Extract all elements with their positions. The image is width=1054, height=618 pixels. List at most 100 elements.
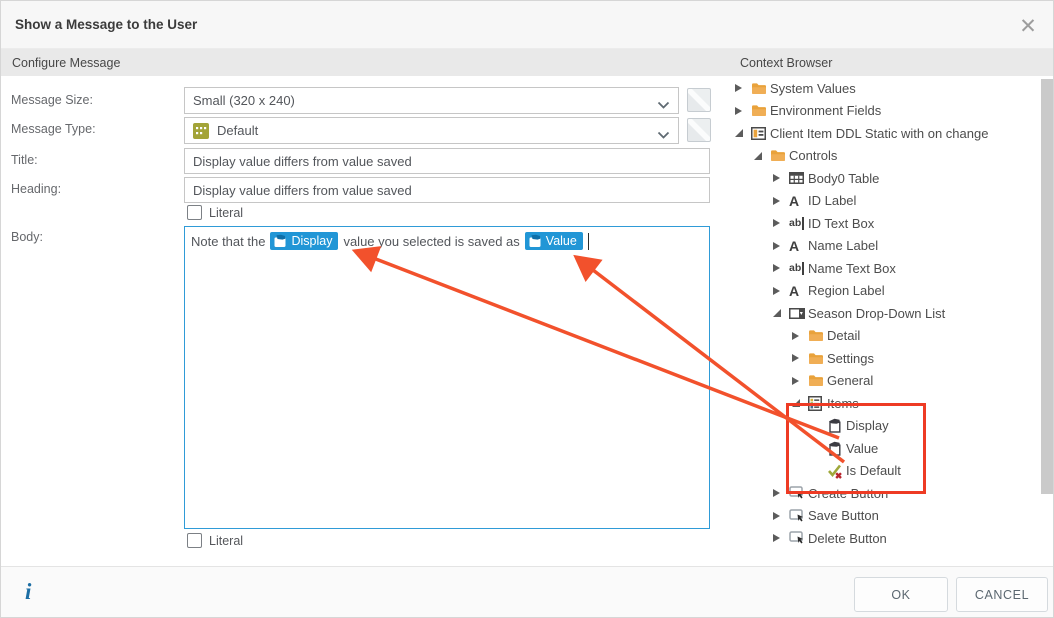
message-type-select[interactable]: Default <box>184 117 679 144</box>
dialog-title-bar: Show a Message to the User <box>1 1 1053 49</box>
tree-item-create-button[interactable]: Create Button <box>729 482 1041 505</box>
value-field-token[interactable]: Value <box>524 232 583 250</box>
tree-scrollbar-thumb[interactable] <box>1041 79 1053 494</box>
close-icon[interactable]: ✕ <box>1015 13 1041 39</box>
tree-item-label: Body0 Table <box>808 170 880 186</box>
tree-item-system-values[interactable]: System Values <box>729 77 1041 100</box>
body-text-before: Note that the <box>191 233 266 249</box>
configure-message-header: Configure Message <box>1 49 729 76</box>
folder-icon <box>751 104 770 117</box>
tree-item-client-item-ddl[interactable]: Client Item DDL Static with on change <box>729 122 1041 145</box>
dialog-footer: i OK CANCEL <box>1 566 1053 617</box>
message-dialog: Show a Message to the User ✕ Configure M… <box>0 0 1054 618</box>
body-editor[interactable]: Note that the Display value you selected… <box>184 226 710 529</box>
expander-collapsed-icon[interactable] <box>773 197 789 205</box>
tree-item-label: Save Button <box>808 508 879 524</box>
body-text-between: value you selected is saved as <box>343 233 520 249</box>
expander-collapsed-icon[interactable] <box>773 512 789 520</box>
dialog-title: Show a Message to the User <box>15 17 198 32</box>
dropdown-control-icon <box>789 307 808 319</box>
view-icon <box>751 126 770 140</box>
expander-expanded-icon[interactable] <box>735 129 751 137</box>
property-token-icon <box>529 234 541 247</box>
body-text-line: Note that the Display value you selected… <box>191 232 703 250</box>
textbox-icon: ab <box>789 216 808 230</box>
heading-literal-label: Literal <box>209 205 244 220</box>
chevron-down-icon <box>657 97 670 112</box>
display-token-label: Display <box>291 234 333 248</box>
message-size-select[interactable]: Small (320 x 240) <box>184 87 679 114</box>
heading-label: Heading: <box>11 182 62 196</box>
expander-collapsed-icon[interactable] <box>773 287 789 295</box>
tree-item-region-label[interactable]: A Region Label <box>729 280 1041 303</box>
tree-item-label: Display <box>846 418 889 434</box>
tree-item-label: Create Button <box>808 485 889 501</box>
tree-item-id-label[interactable]: A ID Label <box>729 190 1041 213</box>
expander-collapsed-icon[interactable] <box>773 534 789 542</box>
title-input[interactable] <box>184 148 710 174</box>
tree-item-name-label[interactable]: A Name Label <box>729 235 1041 258</box>
message-type-expression-button[interactable] <box>687 118 711 142</box>
label-icon: A <box>789 192 800 209</box>
tree-item-settings[interactable]: Settings <box>729 347 1041 370</box>
info-icon[interactable]: i <box>25 579 31 605</box>
tree-item-delete-button[interactable]: Delete Button <box>729 527 1041 550</box>
folder-icon <box>808 329 827 342</box>
tree-item-display-property[interactable]: Display <box>729 415 1041 438</box>
expander-collapsed-icon[interactable] <box>773 242 789 250</box>
property-icon <box>827 441 846 456</box>
body-literal-checkbox[interactable] <box>187 533 202 548</box>
tree-item-label: Name Text Box <box>808 260 896 276</box>
tree-item-items[interactable]: Items <box>729 392 1041 415</box>
button-control-icon <box>789 509 808 523</box>
message-type-value: Default <box>217 123 259 138</box>
expander-expanded-icon[interactable] <box>773 309 789 317</box>
tree-item-label: Detail <box>827 328 861 344</box>
tree-item-label: System Values <box>770 80 856 96</box>
tree-item-detail[interactable]: Detail <box>729 325 1041 348</box>
tree-item-label: Client Item DDL Static with on change <box>770 125 989 141</box>
body-literal-label: Literal <box>209 533 244 548</box>
tree-item-label: Name Label <box>808 238 879 254</box>
expander-collapsed-icon[interactable] <box>792 377 808 385</box>
tree-item-controls[interactable]: Controls <box>729 145 1041 168</box>
ok-button[interactable]: OK <box>854 577 948 612</box>
expander-collapsed-icon[interactable] <box>792 354 808 362</box>
display-field-token[interactable]: Display <box>270 232 339 250</box>
expander-expanded-icon[interactable] <box>792 399 808 407</box>
body-literal-row: Literal <box>187 533 243 548</box>
tree-item-label: Delete Button <box>808 530 887 546</box>
expander-collapsed-icon[interactable] <box>773 264 789 272</box>
chevron-down-icon <box>657 127 670 142</box>
tree-item-save-button[interactable]: Save Button <box>729 505 1041 528</box>
expander-collapsed-icon[interactable] <box>792 332 808 340</box>
tree-item-name-text-box[interactable]: ab Name Text Box <box>729 257 1041 280</box>
value-token-label: Value <box>545 234 577 248</box>
folder-icon <box>770 149 789 162</box>
expander-collapsed-icon[interactable] <box>773 174 789 182</box>
default-type-icon <box>193 122 209 139</box>
expander-collapsed-icon[interactable] <box>735 84 751 92</box>
tree-item-label: Controls <box>789 148 838 164</box>
tree-item-id-text-box[interactable]: ab ID Text Box <box>729 212 1041 235</box>
heading-input[interactable] <box>184 177 710 203</box>
message-size-label: Message Size: <box>11 93 93 107</box>
context-browser-tree: System Values Environment Fields Client … <box>729 77 1041 550</box>
expander-collapsed-icon[interactable] <box>735 107 751 115</box>
tree-item-season-drop-down-list[interactable]: Season Drop-Down List <box>729 302 1041 325</box>
tree-item-value-property[interactable]: Value <box>729 437 1041 460</box>
expander-expanded-icon[interactable] <box>754 152 770 160</box>
expander-collapsed-icon[interactable] <box>773 219 789 227</box>
tree-item-label: Is Default <box>846 463 901 479</box>
tree-item-is-default-property[interactable]: Is Default <box>729 460 1041 483</box>
expander-collapsed-icon[interactable] <box>773 489 789 497</box>
tree-item-body0-table[interactable]: Body0 Table <box>729 167 1041 190</box>
cancel-button[interactable]: CANCEL <box>956 577 1048 612</box>
tree-item-label: Settings <box>827 350 874 366</box>
tree-item-general[interactable]: General <box>729 370 1041 393</box>
message-size-expression-button[interactable] <box>687 88 711 112</box>
tree-item-label: Value <box>846 440 879 456</box>
message-type-label: Message Type: <box>11 122 96 136</box>
heading-literal-checkbox[interactable] <box>187 205 202 220</box>
tree-item-environment-fields[interactable]: Environment Fields <box>729 100 1041 123</box>
